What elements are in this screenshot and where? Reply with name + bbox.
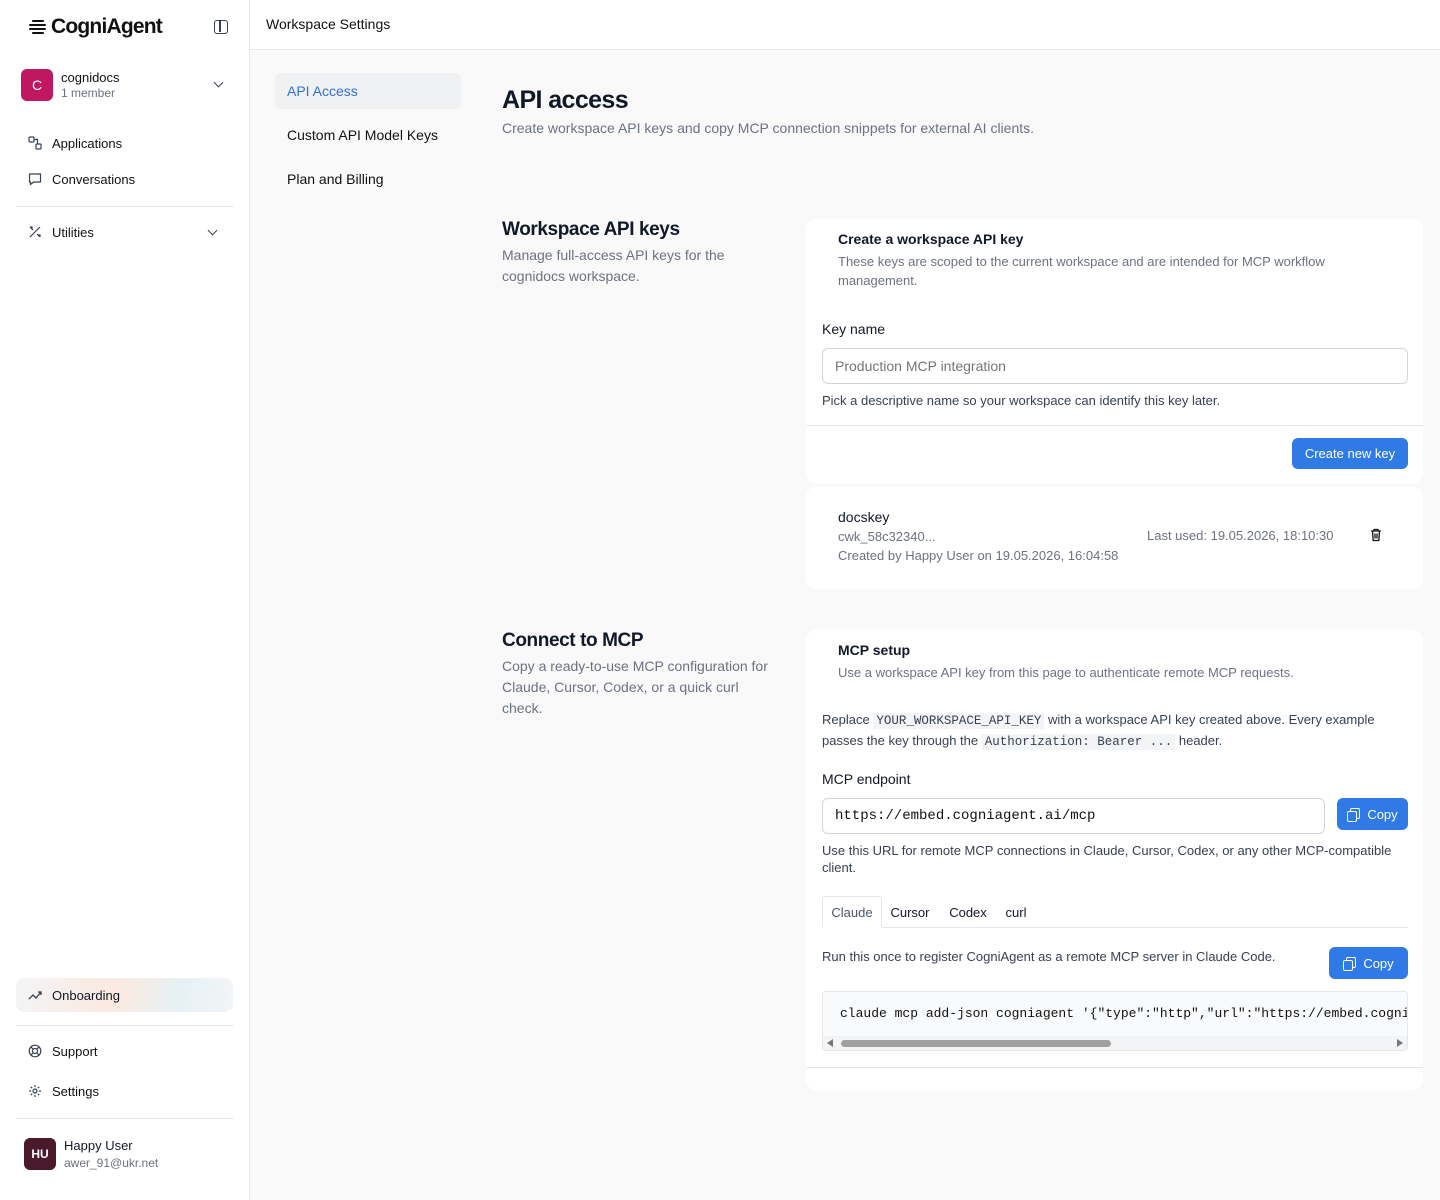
tab-claude[interactable]: Claude	[822, 896, 882, 928]
card-subtitle: Use a workspace API key from this page t…	[838, 665, 1294, 680]
workspace-avatar: C	[21, 69, 53, 101]
api-key-row: docskey cwk_58c32340... Created by Happy…	[806, 487, 1423, 589]
scroll-thumb[interactable]	[841, 1040, 1111, 1047]
tab-cursor[interactable]: Cursor	[885, 896, 935, 928]
divider	[16, 206, 234, 207]
horizontal-scrollbar[interactable]	[823, 1036, 1407, 1050]
page-subtitle: Create workspace API keys and copy MCP c…	[502, 120, 1035, 136]
key-name: docskey	[838, 509, 890, 525]
applications-icon	[28, 136, 42, 150]
avatar: HU	[24, 1138, 56, 1170]
copy-endpoint-button[interactable]: Copy	[1337, 798, 1408, 830]
replace-instructions: Replace YOUR_WORKSPACE_API_KEY with a wo…	[822, 712, 1375, 750]
key-created: Created by Happy User on 19.05.2026, 16:…	[838, 548, 1119, 563]
claude-tab-description: Run this once to register CogniAgent as …	[822, 949, 1276, 964]
sidebar: CogniAgent C cognidocs 1 member Applicat…	[0, 0, 250, 1200]
chevron-down-icon	[213, 77, 224, 88]
auth-header-code: Authorization: Bearer ...	[981, 734, 1176, 750]
divider	[806, 1067, 1423, 1068]
sidebar-item-label: Utilities	[52, 224, 94, 240]
placeholder-key-code: YOUR_WORKSPACE_API_KEY	[873, 713, 1045, 729]
onboarding-label: Onboarding	[52, 987, 120, 1003]
brand-logo[interactable]: CogniAgent	[28, 14, 228, 40]
copy-snippet-button[interactable]: Copy	[1329, 947, 1408, 979]
chat-bubble-icon	[28, 173, 42, 186]
scroll-right-icon[interactable]	[1397, 1039, 1403, 1047]
endpoint-hint: Use this URL for remote MCP connections …	[822, 843, 1392, 875]
chevron-down-icon	[207, 225, 218, 236]
card-title: MCP setup	[838, 642, 911, 658]
divider	[806, 425, 1423, 426]
sidebar-item-label: Conversations	[52, 171, 136, 187]
section-title-mcp: Connect to MCP	[502, 630, 644, 651]
key-name-label: Key name	[822, 321, 886, 337]
user-email: awer_91@ukr.net	[64, 1156, 159, 1170]
section-desc-api-keys: Manage full-access API keys for the cogn…	[502, 247, 725, 284]
mcp-endpoint-field[interactable]	[822, 798, 1325, 834]
create-key-card: Create a workspace API key These keys ar…	[806, 219, 1423, 483]
tab-curl[interactable]: curl	[1000, 896, 1032, 928]
delete-key-trash-icon[interactable]	[1370, 528, 1382, 542]
sidebar-item-label: Support	[52, 1043, 98, 1059]
divider	[16, 1025, 234, 1026]
sidebar-item-settings[interactable]: Settings	[28, 1080, 99, 1102]
trend-icon	[28, 991, 42, 1000]
mcp-endpoint-label: MCP endpoint	[822, 771, 911, 787]
logo-icon	[28, 17, 48, 37]
copy-icon	[1343, 957, 1357, 971]
workspace-members: 1 member	[61, 86, 116, 100]
key-name-hint: Pick a descriptive name so your workspac…	[822, 393, 1221, 408]
tab-codex[interactable]: Codex	[944, 896, 992, 928]
sidebar-item-conversations[interactable]: Conversations	[28, 168, 135, 190]
sidebar-item-label: Settings	[52, 1083, 99, 1099]
subnav-plan-billing[interactable]: Plan and Billing	[275, 161, 461, 197]
card-subtitle: These keys are scoped to the current wor…	[838, 254, 1325, 288]
key-prefix: cwk_58c32340...	[838, 529, 936, 544]
sidebar-item-label: Applications	[52, 135, 123, 151]
scroll-left-icon[interactable]	[827, 1039, 833, 1047]
brand-name: CogniAgent	[51, 15, 163, 38]
section-title-api-keys: Workspace API keys	[502, 219, 680, 240]
tools-icon	[29, 226, 41, 238]
code-text: claude mcp add-json cogniagent '{"type":…	[840, 1006, 1408, 1021]
page-title: API access	[502, 86, 629, 114]
copy-icon	[1347, 808, 1361, 822]
user-name: Happy User	[64, 1138, 133, 1153]
page-header-title: Workspace Settings	[266, 16, 391, 32]
user-profile[interactable]: HU Happy User awer_91@ukr.net	[16, 1128, 233, 1180]
card-title: Create a workspace API key	[838, 231, 1024, 247]
client-tabs: Claude Cursor Codex curl	[822, 896, 1408, 928]
key-name-input[interactable]	[822, 348, 1408, 384]
sidebar-item-utilities[interactable]: Utilities	[28, 221, 234, 243]
create-new-key-button[interactable]: Create new key	[1292, 438, 1408, 469]
code-snippet[interactable]: claude mcp add-json cogniagent '{"type":…	[822, 991, 1408, 1051]
sidebar-item-support[interactable]: Support	[28, 1040, 98, 1062]
lifebuoy-icon	[28, 1044, 42, 1058]
key-last-used: Last used: 19.05.2026, 18:10:30	[1147, 528, 1334, 543]
collapse-sidebar-icon[interactable]	[214, 20, 228, 34]
workspace-switcher[interactable]: C cognidocs 1 member	[16, 60, 234, 110]
onboarding-button[interactable]: Onboarding	[16, 978, 233, 1012]
divider	[16, 1118, 234, 1119]
sidebar-item-applications[interactable]: Applications	[28, 132, 122, 154]
section-desc-mcp: Copy a ready-to-use MCP configuration fo…	[502, 658, 768, 716]
subnav-api-access[interactable]: API Access	[275, 73, 461, 109]
top-bar: Workspace Settings	[250, 0, 1440, 50]
gear-icon	[29, 1085, 41, 1097]
subnav-custom-api-model-keys[interactable]: Custom API Model Keys	[275, 117, 461, 153]
workspace-name: cognidocs	[61, 70, 120, 85]
